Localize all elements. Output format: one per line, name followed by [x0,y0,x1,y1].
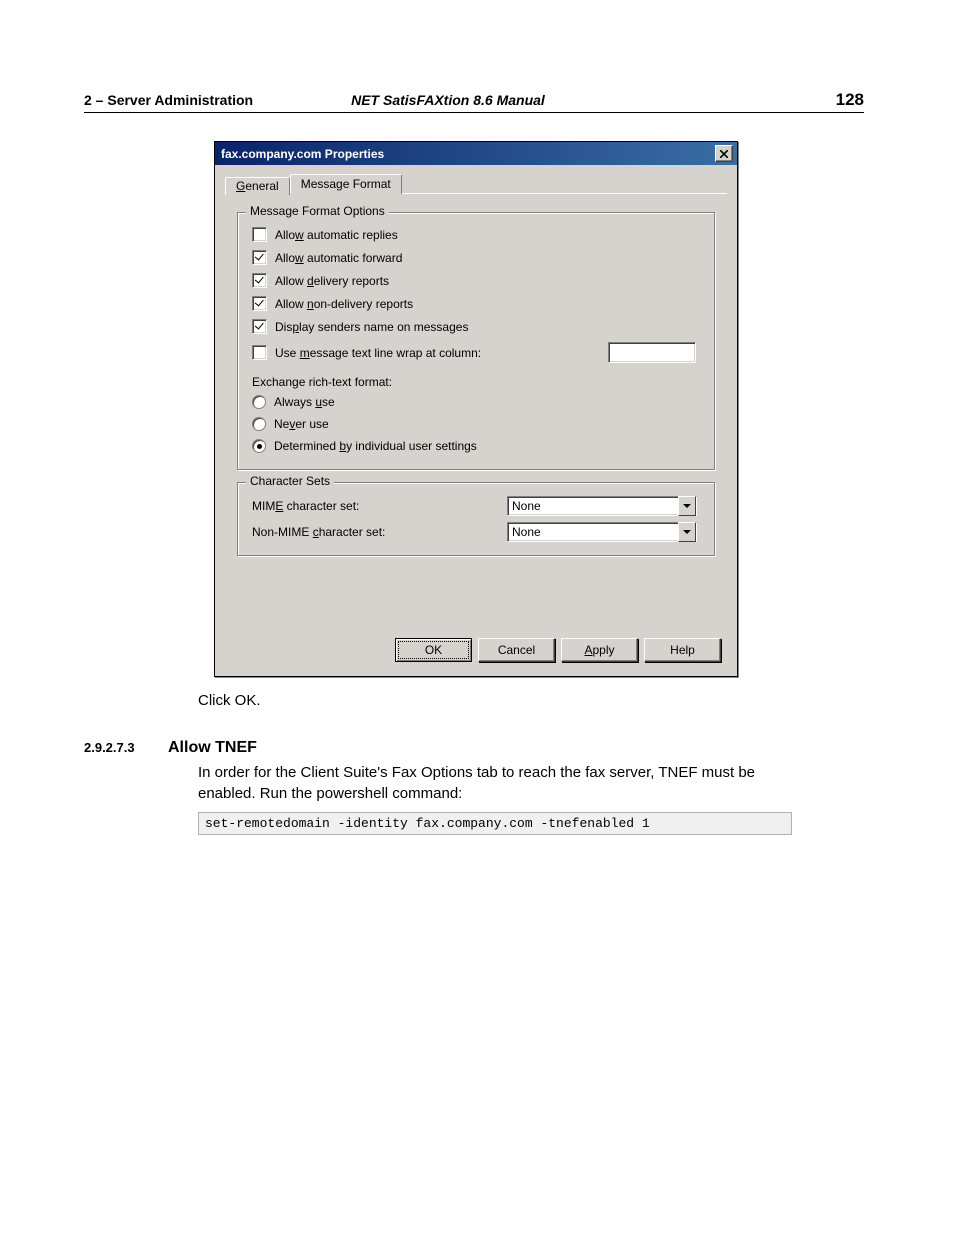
button-label: Help [670,643,695,657]
dialog-button-row: OK Cancel Apply Help [225,632,727,664]
tab-message-format[interactable]: Message Format [290,174,402,194]
check-label: Display senders name on messages [275,320,468,334]
tnef-paragraph: In order for the Client Suite's Fax Opti… [198,763,783,804]
rtf-radio-group: Always use Never use Determined by indiv… [252,391,700,457]
cancel-button[interactable]: Cancel [478,638,555,662]
checkbox-icon[interactable] [252,227,267,242]
radio-icon[interactable] [252,395,266,409]
check-label: Allow automatic replies [275,228,398,242]
select-value: None [512,525,541,539]
radio-determined-by-user[interactable]: Determined by individual user settings [252,435,700,457]
row-non-mime-charset: Non-MIME character set: None [252,519,700,545]
close-button[interactable] [715,145,733,162]
group-message-format-options: Message Format Options Allow automatic r… [237,212,715,470]
dialog-body: General Message Format Message Format Op… [215,165,737,676]
non-mime-charset-label: Non-MIME character set: [252,525,507,539]
check-label: Allow automatic forward [275,251,402,265]
ok-button[interactable]: OK [395,638,472,662]
section-title: Allow TNEF [168,739,257,757]
radio-icon[interactable] [252,417,266,431]
check-display-sender[interactable]: Display senders name on messages [252,315,700,338]
radio-never-use[interactable]: Never use [252,413,700,435]
group-legend: Message Format Options [246,204,389,218]
section-heading: 2.9.2.7.3 Allow TNEF [84,739,864,757]
check-label: Allow delivery reports [275,274,389,288]
rtf-label: Exchange rich-text format: [252,373,700,391]
titlebar: fax.company.com Properties [215,142,737,165]
checkbox-icon[interactable] [252,250,267,265]
radio-always-use[interactable]: Always use [252,391,700,413]
check-delivery-reports[interactable]: Allow delivery reports [252,269,700,292]
radio-icon[interactable] [252,439,266,453]
checkbox-icon[interactable] [252,296,267,311]
group-character-sets: Character Sets MIME character set: None … [237,482,715,556]
check-label: Use message text line wrap at column: [275,346,481,360]
properties-dialog: fax.company.com Properties General Messa… [214,141,738,677]
check-line-wrap[interactable]: Use message text line wrap at column: [252,338,700,367]
powershell-command: set-remotedomain -identity fax.company.c… [198,812,792,835]
non-mime-charset-select[interactable]: None [507,522,697,542]
tabstrip: General Message Format [225,173,727,193]
select-value: None [512,499,541,513]
header-section: 2 – Server Administration [84,92,253,108]
instruction-click-ok: Click OK. [198,691,778,711]
check-auto-forward[interactable]: Allow automatic forward [252,246,700,269]
group-legend: Character Sets [246,474,334,488]
close-icon [720,150,728,158]
button-label: OK [425,643,442,657]
tab-label: Message Format [301,177,391,191]
chevron-down-icon [678,496,696,516]
radio-label: Never use [274,417,329,431]
button-label: Cancel [498,643,535,657]
check-auto-replies[interactable]: Allow automatic replies [252,223,700,246]
apply-button[interactable]: Apply [561,638,638,662]
line-wrap-column-input[interactable] [608,342,696,363]
section-number: 2.9.2.7.3 [84,740,168,755]
mime-charset-label: MIME character set: [252,499,507,513]
tab-general[interactable]: General [225,177,290,195]
mime-charset-select[interactable]: None [507,496,697,516]
page-number: 128 [836,90,864,110]
checkbox-icon[interactable] [252,345,267,360]
radio-label: Determined by individual user settings [274,439,477,453]
chevron-down-icon [678,522,696,542]
check-non-delivery-reports[interactable]: Allow non-delivery reports [252,292,700,315]
page-header: 2 – Server Administration NET SatisFAXti… [84,90,864,113]
checkbox-icon[interactable] [252,319,267,334]
tab-panel: Message Format Options Allow automatic r… [225,193,727,632]
checkbox-icon[interactable] [252,273,267,288]
dialog-title: fax.company.com Properties [221,147,715,161]
tab-label: General [236,179,279,193]
header-title: NET SatisFAXtion 8.6 Manual [351,92,545,108]
row-mime-charset: MIME character set: None [252,493,700,519]
manual-page: 2 – Server Administration NET SatisFAXti… [0,0,954,1235]
button-label: Apply [584,643,614,657]
check-label: Allow non-delivery reports [275,297,413,311]
radio-label: Always use [274,395,335,409]
help-button[interactable]: Help [644,638,721,662]
